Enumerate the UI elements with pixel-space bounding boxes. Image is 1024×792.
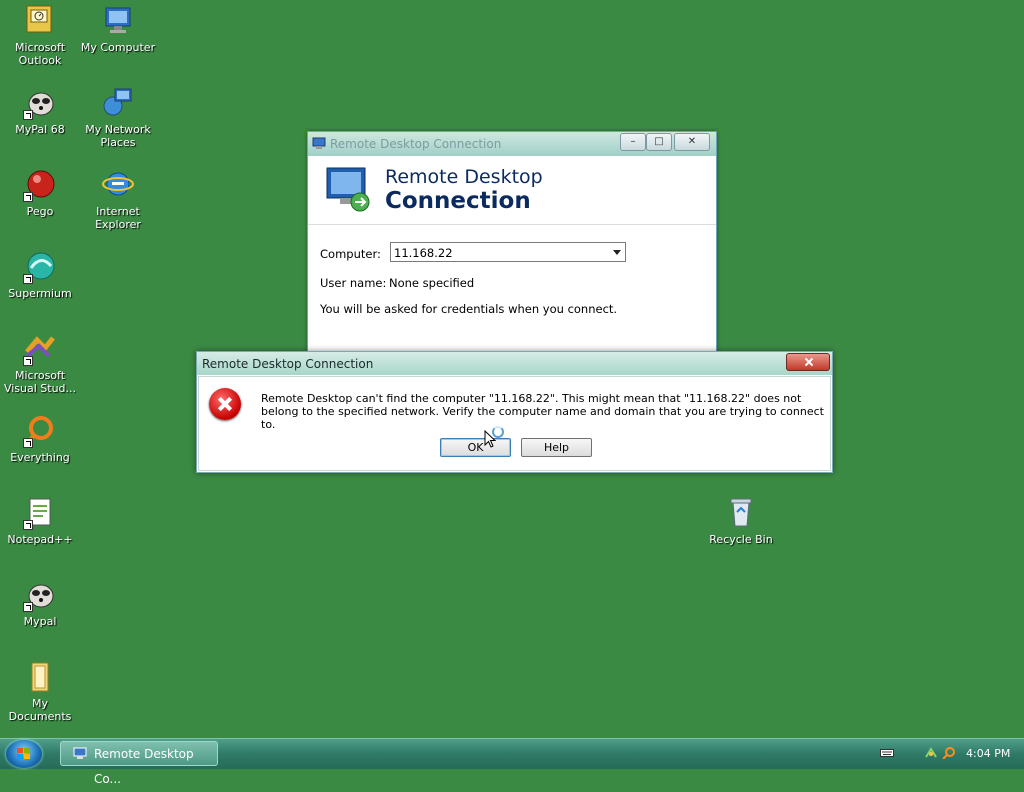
maximize-button[interactable]: □: [646, 133, 672, 151]
rdc-banner-title-line2: Connection: [385, 188, 531, 214]
shortcut-arrow-icon: [23, 520, 33, 530]
desktop-icon-label: Mypal: [23, 615, 57, 628]
desktop-icon-network-places[interactable]: My Network Places: [78, 86, 158, 149]
keyboard-icon[interactable]: [880, 747, 894, 759]
notepadpp-icon: [23, 496, 57, 530]
computer-combobox[interactable]: 11.168.22: [390, 242, 626, 262]
error-message: Remote Desktop can't find the computer "…: [261, 392, 824, 431]
rdc-window-title: Remote Desktop Connection: [330, 137, 502, 151]
network-status-icon[interactable]: [924, 747, 938, 759]
search-icon[interactable]: [942, 747, 956, 759]
rdc-form: Computer: 11.168.22 User name: None spec…: [308, 225, 716, 361]
desktop-icon-supermium[interactable]: Supermium: [0, 250, 80, 300]
computer-label: Computer:: [320, 247, 381, 261]
desktop: Microsoft Outlook MyPal 68 Pego Supermiu…: [0, 0, 1024, 738]
desktop-icon-recycle-bin[interactable]: Recycle Bin: [701, 496, 781, 546]
remote-desktop-monitor-icon: [326, 167, 370, 212]
error-dialog-close-button[interactable]: [786, 353, 830, 371]
error-dialog-body: Remote Desktop can't find the computer "…: [198, 376, 831, 471]
desktop-icon-label: Notepad++: [7, 533, 73, 546]
desktop-icon-label: Everything: [10, 451, 70, 464]
computer-icon: [101, 4, 135, 38]
rdc-banner: Remote Desktop Connection: [308, 156, 716, 225]
desktop-icon-visual-studio[interactable]: Microsoft Visual Stud...: [0, 332, 80, 395]
desktop-icon-label: Pego: [26, 205, 54, 218]
desktop-icon-mypal68[interactable]: MyPal 68: [0, 86, 80, 136]
rdc-titlebar[interactable]: Remote Desktop Connection – □ ✕: [308, 132, 716, 156]
system-tray: 4:04 PM: [870, 739, 1024, 769]
rdc-window[interactable]: Remote Desktop Connection – □ ✕ Remote D…: [307, 131, 717, 363]
rdc-banner-title-line1: Remote Desktop: [385, 166, 543, 188]
desktop-icon-everything[interactable]: Everything: [0, 414, 80, 464]
windows-logo-icon: [17, 748, 30, 759]
shortcut-arrow-icon: [23, 602, 33, 612]
desktop-icon-label: My Documents: [8, 697, 72, 723]
taskbar-clock[interactable]: 4:04 PM: [966, 747, 1010, 760]
mouse-cursor-icon: [484, 430, 496, 448]
desktop-icon-notepadpp[interactable]: Notepad++: [0, 496, 80, 546]
internet-explorer-icon: [101, 168, 135, 202]
desktop-icon-label: Microsoft Visual Stud...: [3, 369, 77, 395]
rdc-app-icon: [73, 747, 87, 759]
desktop-icon-label: Internet Explorer: [95, 205, 141, 231]
username-value: None specified: [389, 276, 475, 290]
error-dialog-titlebar[interactable]: Remote Desktop Connection: [197, 352, 832, 375]
network-places-icon: [101, 86, 135, 120]
desktop-icon-pego[interactable]: Pego: [0, 168, 80, 218]
shortcut-arrow-icon: [23, 110, 33, 120]
shortcut-arrow-icon: [23, 356, 33, 366]
mypal-icon: [23, 578, 57, 612]
credentials-note: You will be asked for credentials when y…: [320, 302, 618, 316]
rdc-app-icon: [312, 137, 326, 149]
error-icon: [209, 388, 241, 420]
chevron-down-icon[interactable]: [613, 250, 621, 255]
desktop-icon-mypal[interactable]: Mypal: [0, 578, 80, 628]
minimize-button[interactable]: –: [620, 133, 646, 151]
taskbar: Remote Desktop Co... 4:04 PM: [0, 738, 1024, 786]
desktop-icon-outlook[interactable]: Microsoft Outlook: [0, 4, 80, 67]
desktop-icon-label: My Computer: [80, 41, 156, 54]
desktop-icon-my-documents[interactable]: My Documents: [0, 660, 80, 723]
taskbar-item-label: Remote Desktop Co...: [94, 747, 194, 786]
taskbar-item-remote-desktop[interactable]: Remote Desktop Co...: [60, 741, 218, 786]
desktop-icon-label: My Network Places: [85, 123, 151, 149]
username-label: User name:: [320, 276, 387, 290]
help-button[interactable]: Help: [521, 438, 592, 457]
desktop-icon-label: Microsoft Outlook: [14, 41, 66, 67]
error-dialog-title: Remote Desktop Connection: [202, 357, 374, 371]
ok-button[interactable]: OK: [440, 438, 511, 457]
recycle-bin-icon: [724, 496, 758, 530]
start-button[interactable]: [6, 740, 42, 768]
error-dialog[interactable]: Remote Desktop Connection Remote Desktop…: [196, 351, 833, 473]
close-button[interactable]: ✕: [674, 133, 710, 151]
shortcut-arrow-icon: [23, 274, 33, 284]
computer-input[interactable]: 11.168.22: [394, 246, 453, 260]
shortcut-arrow-icon: [23, 438, 33, 448]
desktop-icon-label: Recycle Bin: [709, 533, 773, 546]
desktop-icon-my-computer[interactable]: My Computer: [78, 4, 158, 54]
shortcut-arrow-icon: [23, 192, 33, 202]
folder-icon: [23, 660, 57, 694]
desktop-icon-label: MyPal 68: [15, 123, 65, 136]
supermium-icon: [23, 250, 57, 284]
everything-search-icon: [23, 414, 57, 448]
desktop-icon-internet-explorer[interactable]: Internet Explorer: [78, 168, 158, 231]
visual-studio-icon: [23, 332, 57, 366]
desktop-icon-label: Supermium: [8, 287, 72, 300]
pego-icon: [23, 168, 57, 202]
mypal-icon: [23, 86, 57, 120]
outlook-icon: [23, 4, 57, 38]
